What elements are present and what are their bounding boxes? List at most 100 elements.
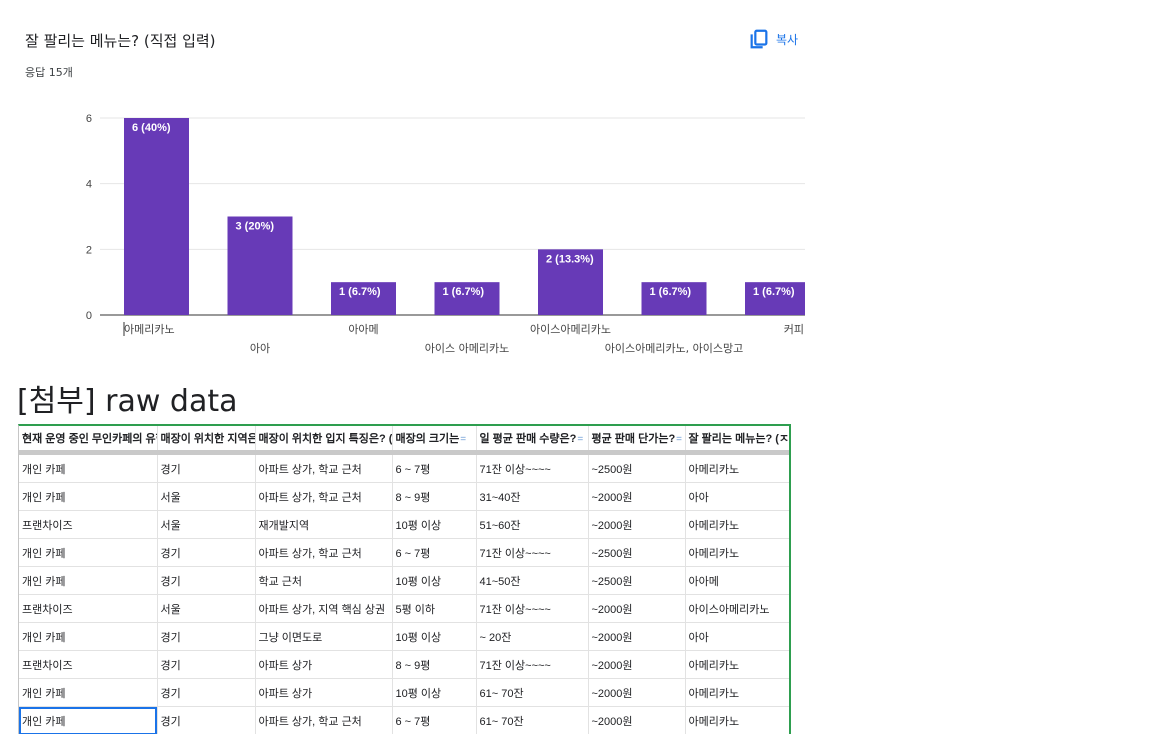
column-header[interactable]: 매장이 위치한 입지 특징은? (중= bbox=[255, 426, 392, 453]
table-cell[interactable]: 아아메 bbox=[685, 567, 789, 595]
column-header[interactable]: 평균 판매 단가는?= bbox=[588, 426, 685, 453]
table-cell[interactable]: 51~60잔 bbox=[476, 511, 588, 539]
table-row: 개인 카페경기아파트 상가, 학교 근처6 ~ 7평61~ 70잔~2000원아… bbox=[19, 707, 789, 734]
table-cell[interactable]: 학교 근처 bbox=[255, 567, 392, 595]
table-cell[interactable]: 아파트 상가, 학교 근처 bbox=[255, 707, 392, 734]
table-cell[interactable]: 아메리카노 bbox=[685, 679, 789, 707]
table-cell[interactable]: 6 ~ 7평 bbox=[392, 539, 476, 567]
table-cell[interactable]: ~2500원 bbox=[588, 539, 685, 567]
table-cell[interactable]: 서울 bbox=[157, 595, 255, 623]
column-header-label: 잘 팔리는 메뉴는? (ㅈ bbox=[689, 433, 790, 445]
table-cell[interactable]: ~2000원 bbox=[588, 651, 685, 679]
table-cell[interactable]: 71잔 이상~~~~ bbox=[476, 651, 588, 679]
table-cell[interactable]: 61~ 70잔 bbox=[476, 707, 588, 734]
bar-chart: 02466 (40%)아메리카노3 (20%)아아1 (6.7%)아아메1 (6… bbox=[0, 0, 805, 370]
table-row: 개인 카페서울아파트 상가, 학교 근처8 ~ 9평31~40잔~2000원아아 bbox=[19, 483, 789, 511]
table-cell[interactable]: ~2000원 bbox=[588, 483, 685, 511]
data-label: 3 (20%) bbox=[236, 221, 275, 233]
table-cell[interactable]: 아아 bbox=[685, 483, 789, 511]
table-cell[interactable]: ~2000원 bbox=[588, 707, 685, 734]
table-row: 개인 카페경기아파트 상가, 학교 근처6 ~ 7평71잔 이상~~~~~250… bbox=[19, 453, 789, 483]
bar bbox=[124, 118, 189, 315]
data-label: 1 (6.7%) bbox=[443, 286, 485, 298]
table-cell[interactable]: 아아 bbox=[685, 623, 789, 651]
table-cell[interactable]: 아파트 상가, 학교 근처 bbox=[255, 539, 392, 567]
table-cell[interactable]: 8 ~ 9평 bbox=[392, 483, 476, 511]
table-cell[interactable]: 아파트 상가, 학교 근처 bbox=[255, 453, 392, 483]
table-cell[interactable]: 경기 bbox=[157, 623, 255, 651]
table-cell[interactable]: 개인 카페 bbox=[19, 539, 157, 567]
table-cell[interactable]: 71잔 이상~~~~ bbox=[476, 453, 588, 483]
table-row: 프랜차이즈서울재개발지역10평 이상51~60잔~2000원아메리카노 bbox=[19, 511, 789, 539]
table-cell[interactable]: 개인 카페 bbox=[19, 453, 157, 483]
column-header-label: 매장의 크기는 bbox=[396, 433, 460, 445]
filter-icon[interactable]: = bbox=[577, 434, 583, 445]
raw-data-sheet: 현재 운영 중인 무인카페의 유형=매장이 위치한 지역은▼매장이 위치한 입지… bbox=[18, 424, 791, 734]
attachment-title: [첨부] raw data bbox=[17, 376, 238, 420]
column-header[interactable]: 잘 팔리는 메뉴는? (ㅈ= bbox=[685, 426, 789, 453]
table-cell[interactable]: 6 ~ 7평 bbox=[392, 707, 476, 734]
table-cell[interactable]: 아파트 상가, 지역 핵심 상권 bbox=[255, 595, 392, 623]
table-cell[interactable]: 프랜차이즈 bbox=[19, 511, 157, 539]
table-cell[interactable]: ~2500원 bbox=[588, 453, 685, 483]
table-cell[interactable]: 프랜차이즈 bbox=[19, 595, 157, 623]
table-cell[interactable]: 10평 이상 bbox=[392, 511, 476, 539]
table-cell[interactable]: 아파트 상가 bbox=[255, 651, 392, 679]
table-cell[interactable]: 경기 bbox=[157, 453, 255, 483]
table-cell[interactable]: ~2000원 bbox=[588, 511, 685, 539]
column-header[interactable]: 매장의 크기는= bbox=[392, 426, 476, 453]
raw-data-table: 현재 운영 중인 무인카페의 유형=매장이 위치한 지역은▼매장이 위치한 입지… bbox=[19, 426, 790, 734]
table-cell[interactable]: 경기 bbox=[157, 539, 255, 567]
table-cell[interactable]: 61~ 70잔 bbox=[476, 679, 588, 707]
table-cell[interactable]: 6 ~ 7평 bbox=[392, 453, 476, 483]
table-cell[interactable]: 개인 카페 bbox=[19, 567, 157, 595]
table-cell[interactable]: ~2000원 bbox=[588, 595, 685, 623]
table-cell[interactable]: 아파트 상가, 학교 근처 bbox=[255, 483, 392, 511]
table-cell[interactable]: 아파트 상가 bbox=[255, 679, 392, 707]
table-cell[interactable]: 31~40잔 bbox=[476, 483, 588, 511]
column-header[interactable]: 매장이 위치한 지역은▼ bbox=[157, 426, 255, 453]
table-cell[interactable]: 그냥 이면도로 bbox=[255, 623, 392, 651]
table-cell[interactable]: 개인 카페 bbox=[19, 623, 157, 651]
table-cell[interactable]: 프랜차이즈 bbox=[19, 651, 157, 679]
table-cell[interactable]: 개인 카페 bbox=[19, 483, 157, 511]
x-tick-label: 아아메 bbox=[348, 323, 378, 336]
table-cell[interactable]: 5평 이하 bbox=[392, 595, 476, 623]
table-cell[interactable]: 10평 이상 bbox=[392, 679, 476, 707]
table-cell[interactable]: 개인 카페 bbox=[19, 707, 157, 734]
table-cell[interactable]: ~2000원 bbox=[588, 623, 685, 651]
column-header[interactable]: 일 평균 판매 수량은?= bbox=[476, 426, 588, 453]
x-tick-label: 아이스 아메리카노 bbox=[425, 342, 509, 355]
column-header[interactable]: 현재 운영 중인 무인카페의 유형= bbox=[19, 426, 157, 453]
table-row: 프랜차이즈서울아파트 상가, 지역 핵심 상권5평 이하71잔 이상~~~~~2… bbox=[19, 595, 789, 623]
data-label: 6 (40%) bbox=[132, 122, 171, 134]
table-cell[interactable]: 경기 bbox=[157, 567, 255, 595]
table-cell[interactable]: 아메리카노 bbox=[685, 707, 789, 734]
table-cell[interactable]: 경기 bbox=[157, 679, 255, 707]
table-cell[interactable]: 개인 카페 bbox=[19, 679, 157, 707]
x-tick-label: 아아 bbox=[250, 342, 270, 355]
table-cell[interactable]: 아메리카노 bbox=[685, 511, 789, 539]
y-tick-label: 6 bbox=[86, 113, 92, 125]
table-cell[interactable]: 71잔 이상~~~~ bbox=[476, 595, 588, 623]
table-cell[interactable]: 10평 이상 bbox=[392, 567, 476, 595]
table-cell[interactable]: 재개발지역 bbox=[255, 511, 392, 539]
table-cell[interactable]: 아메리카노 bbox=[685, 651, 789, 679]
table-cell[interactable]: ~ 20잔 bbox=[476, 623, 588, 651]
y-tick-label: 0 bbox=[86, 310, 92, 322]
table-cell[interactable]: 경기 bbox=[157, 707, 255, 734]
table-cell[interactable]: 서울 bbox=[157, 483, 255, 511]
table-cell[interactable]: 71잔 이상~~~~ bbox=[476, 539, 588, 567]
table-cell[interactable]: 서울 bbox=[157, 511, 255, 539]
table-cell[interactable]: ~2500원 bbox=[588, 567, 685, 595]
table-cell[interactable]: 경기 bbox=[157, 651, 255, 679]
filter-icon[interactable]: = bbox=[460, 434, 466, 445]
table-cell[interactable]: 41~50잔 bbox=[476, 567, 588, 595]
table-cell[interactable]: 10평 이상 bbox=[392, 623, 476, 651]
table-cell[interactable]: 8 ~ 9평 bbox=[392, 651, 476, 679]
table-cell[interactable]: 아메리카노 bbox=[685, 539, 789, 567]
table-cell[interactable]: ~2000원 bbox=[588, 679, 685, 707]
table-cell[interactable]: 아메리카노 bbox=[685, 453, 789, 483]
filter-icon[interactable]: = bbox=[676, 434, 682, 445]
table-cell[interactable]: 아이스아메리카노 bbox=[685, 595, 789, 623]
